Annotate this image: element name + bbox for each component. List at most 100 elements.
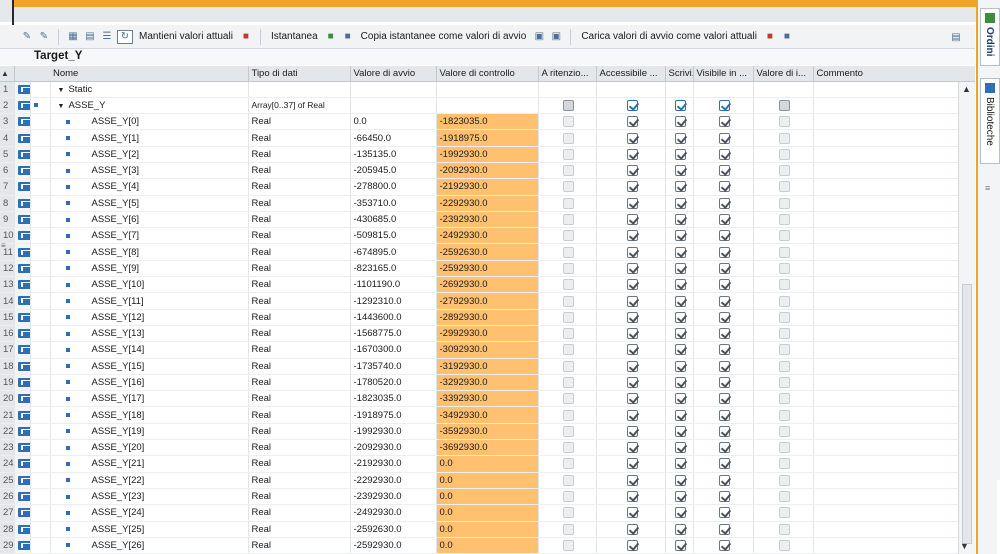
retain-cell[interactable] [538, 211, 597, 229]
retain-cell[interactable] [538, 162, 597, 180]
data-type-cell[interactable]: Real [248, 113, 351, 131]
name-cell[interactable]: ASSE_Y[0] [50, 113, 249, 131]
accessible-cell[interactable] [596, 129, 666, 147]
checkbox[interactable] [563, 539, 574, 551]
accessible-cell[interactable] [596, 243, 666, 261]
comment-cell[interactable] [813, 211, 975, 229]
comment-cell[interactable] [813, 146, 975, 163]
table-row[interactable]: 16 ASSE_Y[13] Real -1568775.0 -2992930.0 [0, 325, 975, 343]
start-value-cell[interactable]: -509815.0 [350, 227, 437, 245]
setpoint-cell[interactable] [753, 358, 814, 375]
setpoint-cell[interactable] [753, 504, 814, 522]
checkbox[interactable] [675, 344, 686, 356]
name-cell[interactable]: ASSE_Y[11] [50, 292, 249, 310]
checkbox[interactable] [675, 539, 686, 551]
checkbox[interactable] [626, 311, 638, 323]
checkbox[interactable] [719, 344, 730, 356]
checkbox[interactable] [675, 230, 686, 242]
load-start-values-all-icon[interactable]: ■ [780, 30, 794, 44]
checkbox[interactable] [563, 214, 574, 226]
checkbox[interactable] [626, 425, 638, 437]
table-row[interactable]: 7 ASSE_Y[4] Real -278800.0 -2192930.0 [0, 178, 975, 196]
visible-cell[interactable] [693, 439, 754, 457]
table-row[interactable]: 18 ASSE_Y[15] Real -1735740.0 -3192930.0 [0, 358, 975, 375]
checkbox[interactable] [563, 491, 574, 503]
writable-cell[interactable] [665, 129, 694, 147]
checkbox[interactable] [626, 165, 638, 177]
checkbox[interactable] [779, 458, 790, 470]
accessible-cell[interactable] [596, 390, 666, 408]
table-row[interactable]: 27 ASSE_Y[24] Real -2492930.0 0.0 [0, 504, 975, 522]
data-type-cell[interactable]: Real [248, 292, 351, 310]
visible-cell[interactable] [693, 423, 754, 441]
checkbox[interactable] [563, 507, 574, 519]
checkbox[interactable] [563, 116, 574, 128]
start-value-cell[interactable]: -674895.0 [350, 243, 437, 261]
checkbox[interactable] [719, 311, 730, 323]
name-cell[interactable]: ASSE_Y[4] [50, 178, 249, 196]
setpoint-cell[interactable] [753, 488, 814, 506]
checkbox[interactable] [779, 360, 790, 372]
checkbox[interactable] [779, 425, 790, 437]
setpoint-cell[interactable] [753, 423, 814, 441]
control-value-cell[interactable]: -2192930.0 [436, 178, 539, 196]
data-type-cell[interactable]: Real [248, 455, 351, 473]
load-start-values-button[interactable]: Carica valori di avvio come valori attua… [578, 31, 760, 42]
checkbox[interactable] [675, 197, 686, 209]
checkbox[interactable] [675, 181, 686, 193]
checkbox[interactable] [563, 523, 574, 535]
comment-cell[interactable] [813, 406, 975, 424]
checkbox[interactable] [779, 148, 790, 160]
checkbox[interactable] [626, 148, 638, 160]
control-value-cell[interactable]: -2092930.0 [436, 162, 539, 180]
data-type-cell[interactable]: Real [248, 276, 351, 294]
accessible-cell[interactable] [596, 325, 666, 343]
header-visible[interactable]: Visibile in ... [693, 66, 754, 82]
table-row[interactable]: 28 ASSE_Y[25] Real -2592630.0 0.0 [0, 521, 975, 538]
data-type-cell[interactable]: Real [248, 472, 351, 489]
data-type-cell[interactable]: Real [248, 227, 351, 245]
checkbox[interactable] [626, 214, 638, 226]
header-data-type[interactable]: Tipo di dati [248, 66, 351, 82]
setpoint-cell[interactable] [753, 97, 814, 115]
accessible-cell[interactable] [596, 309, 666, 326]
table-row[interactable]: 26 ASSE_Y[23] Real -2392930.0 0.0 [0, 488, 975, 506]
list-view-icon[interactable]: ☰ [100, 30, 114, 44]
table-row[interactable]: 15 ASSE_Y[12] Real -1443600.0 -2892930.0 [0, 309, 975, 326]
comment-cell[interactable] [813, 309, 975, 326]
writable-cell[interactable] [665, 390, 694, 408]
table-row[interactable]: 14 ASSE_Y[11] Real -1292310.0 -2792930.0 [0, 292, 975, 310]
start-value-cell[interactable]: -135135.0 [350, 146, 437, 163]
checkbox[interactable] [563, 376, 574, 388]
table-row[interactable]: 2 ▼ ASSE_Y Array[0..37] of Real [0, 97, 975, 115]
checkbox[interactable] [719, 165, 730, 177]
checkbox[interactable] [779, 539, 790, 551]
name-cell[interactable]: ASSE_Y[24] [50, 504, 249, 522]
retain-cell[interactable] [538, 423, 597, 441]
checkbox[interactable] [779, 491, 790, 503]
data-type-cell[interactable]: Real [248, 374, 351, 392]
setpoint-cell[interactable] [753, 129, 814, 147]
header-comment[interactable]: Commento [813, 66, 975, 82]
checkbox[interactable] [779, 442, 790, 454]
retain-cell[interactable] [538, 260, 597, 278]
name-cell[interactable]: ASSE_Y[14] [50, 341, 249, 359]
checkbox[interactable] [626, 132, 638, 144]
retain-cell[interactable] [538, 439, 597, 457]
start-value-cell[interactable]: -205945.0 [350, 162, 437, 180]
checkbox[interactable] [626, 393, 638, 405]
table-row[interactable]: 17 ASSE_Y[14] Real -1670300.0 -3092930.0 [0, 341, 975, 359]
table-row[interactable]: 1 ▼ Static [0, 81, 975, 98]
checkbox[interactable] [719, 507, 730, 519]
visible-cell[interactable] [693, 146, 754, 163]
control-value-cell[interactable]: 0.0 [436, 472, 539, 489]
start-value-cell[interactable]: -1101190.0 [350, 276, 437, 294]
control-value-cell[interactable]: -2992930.0 [436, 325, 539, 343]
comment-cell[interactable] [813, 439, 975, 457]
checkbox[interactable] [675, 458, 686, 470]
checkbox[interactable] [563, 393, 574, 405]
checkbox[interactable] [675, 295, 686, 307]
retain-cell[interactable] [538, 488, 597, 506]
checkbox[interactable] [779, 376, 790, 388]
data-type-cell[interactable]: Real [248, 178, 351, 196]
